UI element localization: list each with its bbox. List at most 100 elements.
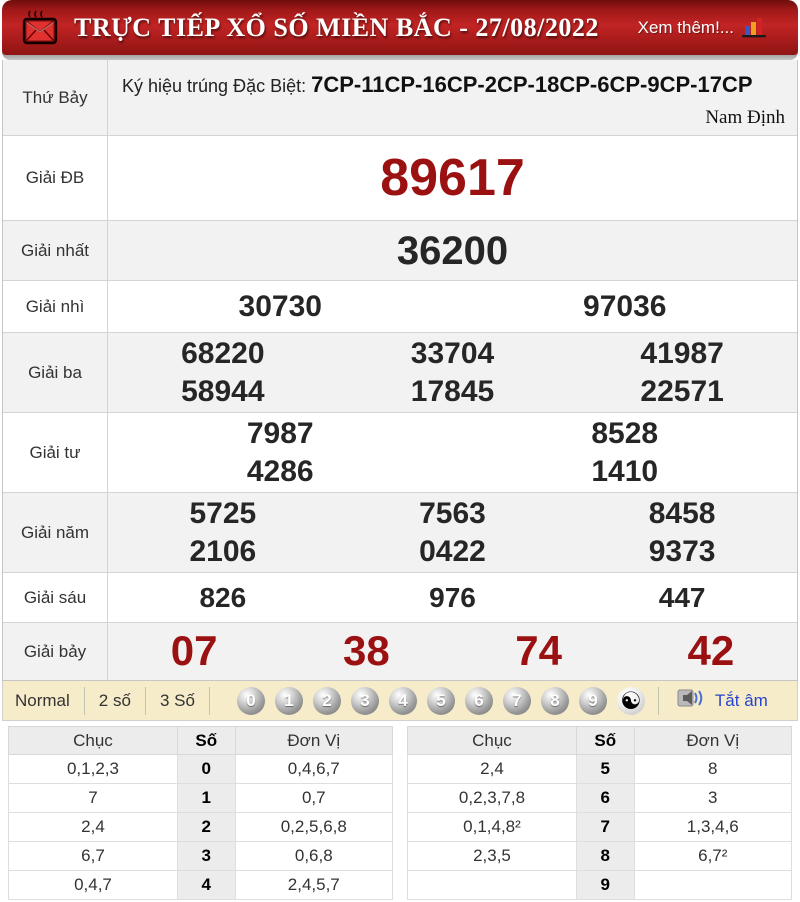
prize-number: 68220 — [181, 337, 265, 370]
stats-table-right: Chục Số Đơn Vị 2,4 5 8 0,2,3,7,8 6 3 0,1… — [407, 726, 793, 900]
prize-row-bay: Giải bảy 07 38 74 42 — [3, 623, 797, 680]
digit-ball-1[interactable]: 1 — [274, 686, 303, 715]
prize-number: 826 — [199, 582, 247, 613]
controls-divider — [657, 686, 659, 715]
prize-number: 5725 — [189, 497, 257, 530]
donvi-cell: 0,7 — [234, 783, 394, 813]
prize-number: 58944 — [181, 374, 265, 408]
digit-ball-6[interactable]: 6 — [464, 686, 493, 715]
prize-number: 30730 — [238, 289, 322, 323]
table-row: 9 — [407, 870, 793, 900]
prize-label-nhat: Giải nhất — [3, 221, 108, 280]
chuc-cell: 2,4 — [8, 812, 178, 842]
prize-label-ba: Giải ba — [3, 333, 108, 412]
digit-ball-4[interactable]: 4 — [388, 686, 417, 715]
prize-row-ba: Giải ba 68220 33704 41987 58944 17845 22… — [3, 333, 797, 413]
prize-number: 4286 — [246, 454, 314, 488]
donvi-cell: 1,3,4,6 — [633, 812, 793, 842]
yinyang-ball-icon[interactable]: ☯ — [616, 686, 645, 715]
sign-codes: 7CP-11CP-16CP-2CP-18CP-6CP-9CP-17CP — [311, 72, 753, 97]
controls-bar: Normal 2 số 3 Số 0 1 2 3 4 5 6 7 8 9 ☯ T… — [2, 681, 798, 721]
so-cell: 2 — [176, 812, 236, 842]
see-more-link[interactable]: Xem thêm!... — [638, 18, 734, 38]
digit-ball-7[interactable]: 7 — [502, 686, 531, 715]
chuc-cell: 2,3,5 — [407, 841, 577, 871]
table-row: 0,2,3,7,8 6 3 — [407, 783, 793, 813]
digit-ball-2[interactable]: 2 — [312, 686, 341, 715]
day-label: Thứ Bảy — [3, 60, 108, 135]
stats-section: Chục Số Đơn Vị 0,1,2,3 0 0,4,6,7 7 1 0,7… — [2, 721, 798, 900]
prize-row-tu: Giải tư 7987 8528 4286 1410 — [3, 413, 797, 493]
prize-number: 7987 — [246, 417, 314, 450]
chuc-cell: 0,1,2,3 — [8, 754, 178, 784]
prize-number: 2106 — [189, 534, 257, 568]
stats-header-row: Chục Số Đơn Vị — [8, 726, 394, 755]
prize-label-db: Giải ĐB — [3, 136, 108, 220]
col-header-donvi: Đơn Vị — [234, 726, 394, 755]
prize-number: 447 — [658, 582, 706, 613]
col-header-so: Số — [575, 726, 635, 755]
table-row: 2,4 5 8 — [407, 754, 793, 784]
lottery-widget: TRỰC TIẾP XỔ SỐ MIỀN BẮC - 27/08/2022 Xe… — [2, 0, 798, 900]
prize-row-nhi: Giải nhì 30730 97036 — [3, 281, 797, 333]
prize-label-nam: Giải năm — [3, 493, 108, 572]
col-header-chuc: Chục — [8, 726, 178, 755]
prize-label-sau: Giải sáu — [3, 573, 108, 622]
prize-number: 22571 — [640, 374, 724, 408]
table-row: 2,3,5 8 6,7² — [407, 841, 793, 871]
digit-ball-3[interactable]: 3 — [350, 686, 379, 715]
mode-3so-button[interactable]: 3 Số — [146, 686, 210, 715]
sign-caption: Ký hiệu trúng Đặc Biệt: — [122, 76, 312, 96]
donvi-cell: 2,4,5,7 — [234, 870, 394, 900]
page-title: TRỰC TIẾP XỔ SỐ MIỀN BẮC - 27/08/2022 — [74, 12, 599, 42]
mute-button[interactable]: Tắt âm — [715, 691, 768, 711]
chuc-cell: 0,1,4,8² — [407, 812, 577, 842]
prize-label-bay: Giải bảy — [3, 623, 108, 680]
chuc-cell — [407, 870, 577, 900]
prize-number: 8458 — [648, 497, 716, 530]
table-row: 6,7 3 0,6,8 — [8, 841, 394, 871]
sign-cell: Ký hiệu trúng Đặc Biệt: 7CP-11CP-16CP-2C… — [108, 60, 797, 135]
digit-ball-0[interactable]: 0 — [236, 686, 265, 715]
digit-ball-5[interactable]: 5 — [426, 686, 455, 715]
mode-normal-button[interactable]: Normal — [3, 686, 85, 715]
chuc-cell: 2,4 — [407, 754, 577, 784]
stats-table-left: Chục Số Đơn Vị 0,1,2,3 0 0,4,6,7 7 1 0,7… — [8, 726, 394, 900]
table-row: 2,4 2 0,2,5,6,8 — [8, 812, 394, 842]
table-row: 0,1,2,3 0 0,4,6,7 — [8, 754, 394, 784]
prize-number-special: 89617 — [380, 148, 525, 207]
prize-row-sau: Giải sáu 826 976 447 — [3, 573, 797, 623]
prize-number: 38 — [343, 627, 390, 675]
prize-number: 36200 — [396, 228, 509, 273]
so-cell: 9 — [575, 870, 635, 900]
chuc-cell: 0,4,7 — [8, 870, 178, 900]
prize-number: 9373 — [648, 534, 716, 568]
mode-2so-button[interactable]: 2 số — [85, 686, 146, 715]
prize-row-db: Giải ĐB 89617 — [3, 136, 797, 221]
chuc-cell: 0,2,3,7,8 — [407, 783, 577, 813]
col-header-donvi: Đơn Vị — [633, 726, 793, 755]
prize-row-nhat: Giải nhất 36200 — [3, 221, 797, 281]
prize-number: 97036 — [583, 289, 667, 323]
digit-ball-9[interactable]: 9 — [578, 686, 607, 715]
table-row: 0,4,7 4 2,4,5,7 — [8, 870, 394, 900]
so-cell: 4 — [176, 870, 236, 900]
so-cell: 8 — [575, 841, 635, 871]
prize-table: Thứ Bảy Ký hiệu trúng Đặc Biệt: 7CP-11CP… — [2, 60, 798, 681]
so-cell: 7 — [575, 812, 635, 842]
speaker-icon[interactable] — [677, 686, 707, 715]
envelope-icon — [20, 10, 60, 46]
digit-ball-8[interactable]: 8 — [540, 686, 569, 715]
so-cell: 3 — [176, 841, 236, 871]
bar-chart-icon[interactable] — [742, 17, 768, 44]
prize-label-nhi: Giải nhì — [3, 281, 108, 332]
donvi-cell: 0,2,5,6,8 — [234, 812, 394, 842]
so-cell: 1 — [176, 783, 236, 813]
so-cell: 6 — [575, 783, 635, 813]
chuc-cell: 6,7 — [8, 841, 178, 871]
prize-number: 07 — [170, 627, 218, 675]
prize-number: 74 — [515, 627, 562, 675]
prize-number: 1410 — [591, 454, 659, 488]
so-cell: 5 — [575, 754, 635, 784]
donvi-cell: 3 — [633, 783, 793, 813]
